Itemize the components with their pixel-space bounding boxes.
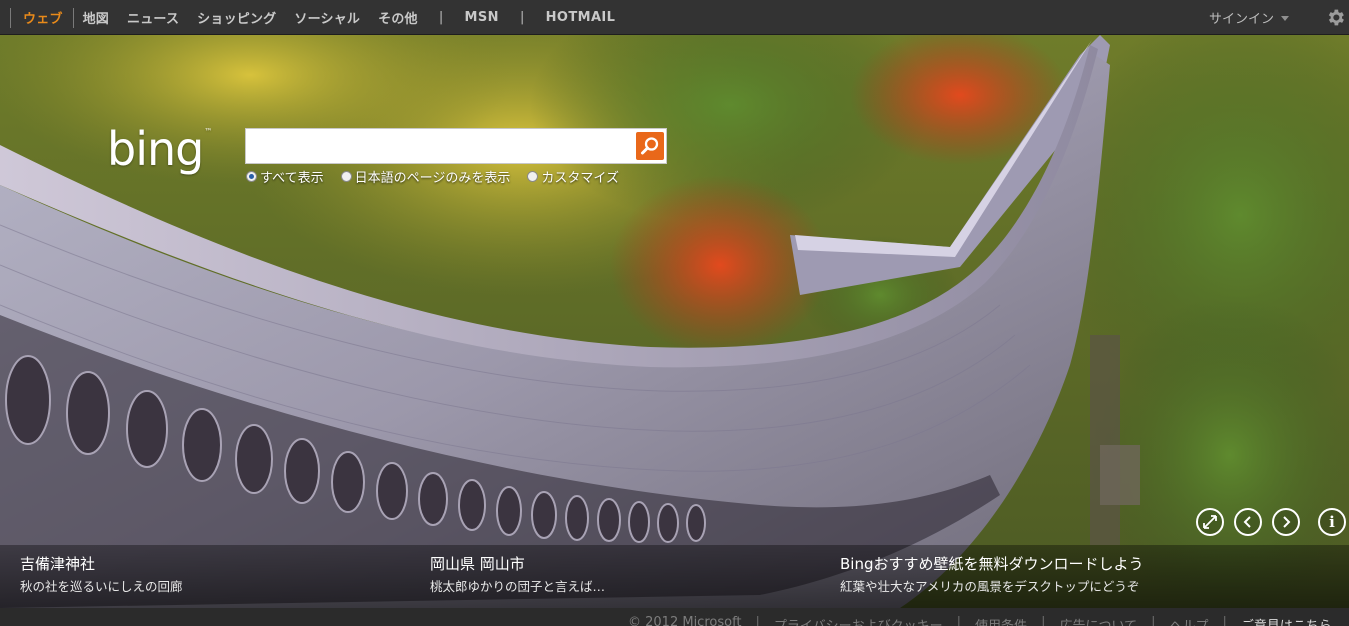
gear-icon[interactable]	[1324, 6, 1346, 28]
search-input[interactable]	[246, 129, 631, 163]
scope-japanese-label: 日本語のページのみを表示	[354, 171, 511, 186]
logo-tm: ™	[204, 127, 212, 136]
top-nav-bar: ウェブ 地図 ニュース ショッピング ソーシャル その他 | MSN | HOT…	[0, 0, 1349, 35]
radio-unchecked-icon[interactable]	[527, 171, 539, 182]
footer-link-privacy[interactable]: プライバシーおよびクッキー	[774, 615, 943, 626]
expand-button[interactable]	[1196, 508, 1224, 536]
scope-nav: ウェブ 地図 ニュース ショッピング ソーシャル その他 | MSN | HOT…	[10, 0, 624, 35]
expand-icon	[1203, 515, 1217, 529]
chevron-right-icon	[1283, 516, 1291, 528]
footer-separator: |	[1151, 615, 1156, 626]
nav-pipe: |	[438, 10, 444, 25]
caption-subtitle: 桃太郎ゆかりの団子と言えば…	[430, 579, 606, 594]
logo-text: bing	[107, 122, 204, 176]
info-button[interactable]: i	[1318, 508, 1346, 536]
nav-item-social[interactable]: ソーシャル	[285, 8, 369, 27]
footer-separator: |	[956, 615, 962, 626]
image-caption-band: 吉備津神社 秋の社を巡るいにしえの回廊 岡山県 岡山市 桃太郎ゆかりの団子と言え…	[0, 545, 1349, 608]
footer-links: © 2012 Microsoft | プライバシーおよびクッキー | 使用条件 …	[628, 615, 1332, 626]
radio-checked-icon[interactable]	[246, 171, 257, 182]
scope-japanese-radio[interactable]: 日本語のページのみを表示	[340, 167, 511, 186]
bing-logo[interactable]: bing™	[107, 126, 212, 172]
chevron-down-icon	[1281, 16, 1290, 21]
nav-item-shopping[interactable]: ショッピング	[188, 8, 285, 27]
scope-all-radio[interactable]: すべて表示	[246, 167, 324, 186]
info-icon: i	[1329, 513, 1335, 531]
chevron-left-icon	[1243, 516, 1251, 528]
search-box	[245, 128, 667, 164]
footer-separator: |	[1222, 615, 1227, 626]
footer-separator: |	[1041, 615, 1046, 626]
footer: © 2012 Microsoft | プライバシーおよびクッキー | 使用条件 …	[0, 608, 1349, 626]
copyright: © 2012 Microsoft	[628, 615, 742, 626]
search-icon	[641, 137, 659, 155]
footer-link-help[interactable]: ヘルプ	[1169, 615, 1208, 626]
signin-button[interactable]: サインイン	[1209, 0, 1290, 35]
footer-link-advertise[interactable]: 広告について	[1059, 615, 1137, 626]
footer-separator: |	[755, 615, 760, 626]
signin-label: サインイン	[1209, 12, 1275, 27]
temple-roof-image	[0, 35, 1349, 608]
hero-background: bing™ すべて表示 日本語のページのみを表示 カスタマイズ i 吉備津神社 …	[0, 35, 1349, 608]
footer-link-feedback[interactable]: ご意見はこちら	[1241, 615, 1332, 626]
caption-title: Bingおすすめ壁紙を無料ダウンロードしよう	[840, 555, 1144, 573]
nav-item-news[interactable]: ニュース	[118, 8, 188, 27]
nav-item-maps[interactable]: 地図	[74, 8, 118, 27]
radio-unchecked-icon[interactable]	[340, 171, 352, 182]
nav-item-msn[interactable]: MSN	[455, 10, 507, 25]
footer-link-terms[interactable]: 使用条件	[975, 615, 1027, 626]
nav-item-web[interactable]: ウェブ	[11, 8, 73, 27]
scope-customize-label: カスタマイズ	[541, 171, 619, 186]
caption-subtitle: 秋の社を巡るいにしえの回廊	[20, 579, 183, 594]
caption-title: 岡山県 岡山市	[430, 555, 525, 573]
scope-all-label: すべて表示	[260, 171, 324, 186]
nav-item-hotmail[interactable]: HOTMAIL	[537, 10, 625, 25]
caption-title: 吉備津神社	[20, 555, 96, 573]
caption-region[interactable]: 岡山県 岡山市 桃太郎ゆかりの団子と言えば…	[430, 554, 605, 596]
search-scope-options: すべて表示 日本語のページのみを表示 カスタマイズ	[246, 167, 636, 186]
nav-item-more[interactable]: その他	[369, 8, 427, 27]
caption-wallpaper[interactable]: Bingおすすめ壁紙を無料ダウンロードしよう 紅葉や壮大なアメリカの風景をデスク…	[840, 554, 1144, 596]
caption-location[interactable]: 吉備津神社 秋の社を巡るいにしえの回廊	[20, 554, 183, 596]
search-button[interactable]	[636, 132, 664, 160]
nav-pipe: |	[519, 10, 525, 25]
caption-subtitle: 紅葉や壮大なアメリカの風景をデスクトップにどうぞ	[840, 579, 1140, 594]
scope-customize-radio[interactable]: カスタマイズ	[527, 167, 619, 186]
previous-image-button[interactable]	[1234, 508, 1262, 536]
next-image-button[interactable]	[1272, 508, 1300, 536]
